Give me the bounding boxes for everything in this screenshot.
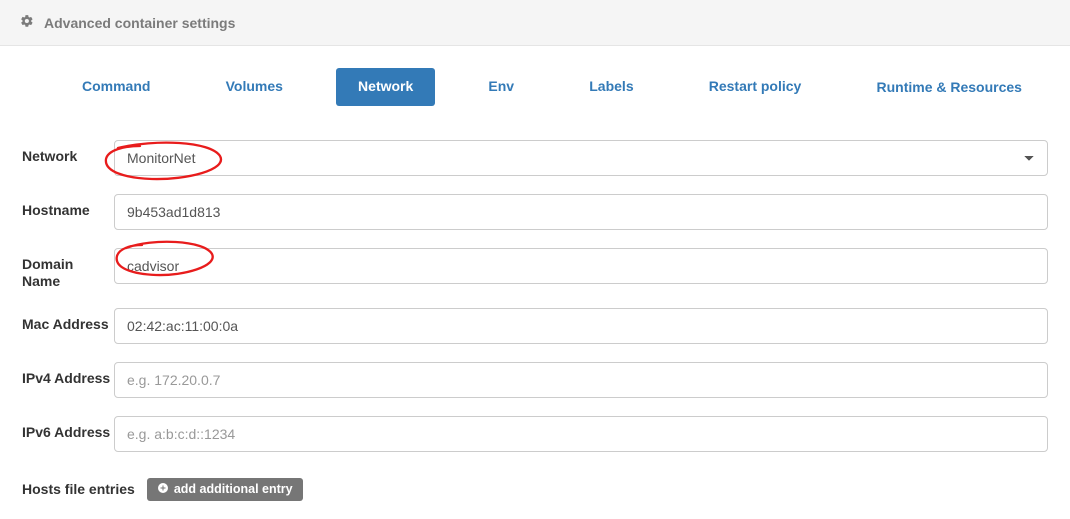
tab-volumes[interactable]: Volumes — [204, 68, 305, 106]
tab-runtime-resources[interactable]: Runtime & Resources — [854, 68, 1043, 106]
label-domain-name: Domain Name — [22, 248, 114, 290]
advanced-settings-header: Advanced container settings — [0, 0, 1070, 46]
add-additional-entry-button[interactable]: add additional entry — [147, 478, 303, 501]
label-ipv4-address: IPv4 Address — [22, 362, 114, 387]
tab-labels[interactable]: Labels — [567, 68, 655, 106]
row-mac-address: Mac Address — [22, 308, 1048, 344]
label-network: Network — [22, 140, 114, 165]
network-form: Network MonitorNet Hostname Domain Name … — [0, 116, 1070, 501]
tab-network[interactable]: Network — [336, 68, 435, 106]
ipv6-address-input[interactable] — [114, 416, 1048, 452]
row-hostname: Hostname — [22, 194, 1048, 230]
add-button-label: add additional entry — [174, 482, 293, 496]
row-hosts-file-entries: Hosts file entries add additional entry — [22, 478, 1048, 501]
label-hosts-file-entries: Hosts file entries — [22, 481, 135, 497]
tab-restart-policy[interactable]: Restart policy — [687, 68, 824, 106]
mac-address-input[interactable] — [114, 308, 1048, 344]
tab-command[interactable]: Command — [60, 68, 172, 106]
domain-name-input[interactable] — [114, 248, 1048, 284]
row-ipv4-address: IPv4 Address — [22, 362, 1048, 398]
row-ipv6-address: IPv6 Address — [22, 416, 1048, 452]
network-select[interactable]: MonitorNet — [114, 140, 1048, 176]
row-domain-name: Domain Name — [22, 248, 1048, 290]
ipv4-address-input[interactable] — [114, 362, 1048, 398]
row-network: Network MonitorNet — [22, 140, 1048, 176]
tab-env[interactable]: Env — [466, 68, 536, 106]
gear-icon — [20, 14, 34, 31]
label-hostname: Hostname — [22, 194, 114, 219]
label-mac-address: Mac Address — [22, 308, 114, 333]
settings-tabs: Command Volumes Network Env Labels Resta… — [0, 46, 1070, 116]
header-title: Advanced container settings — [44, 15, 235, 31]
hostname-input[interactable] — [114, 194, 1048, 230]
label-ipv6-address: IPv6 Address — [22, 416, 114, 441]
plus-circle-icon — [157, 482, 169, 497]
